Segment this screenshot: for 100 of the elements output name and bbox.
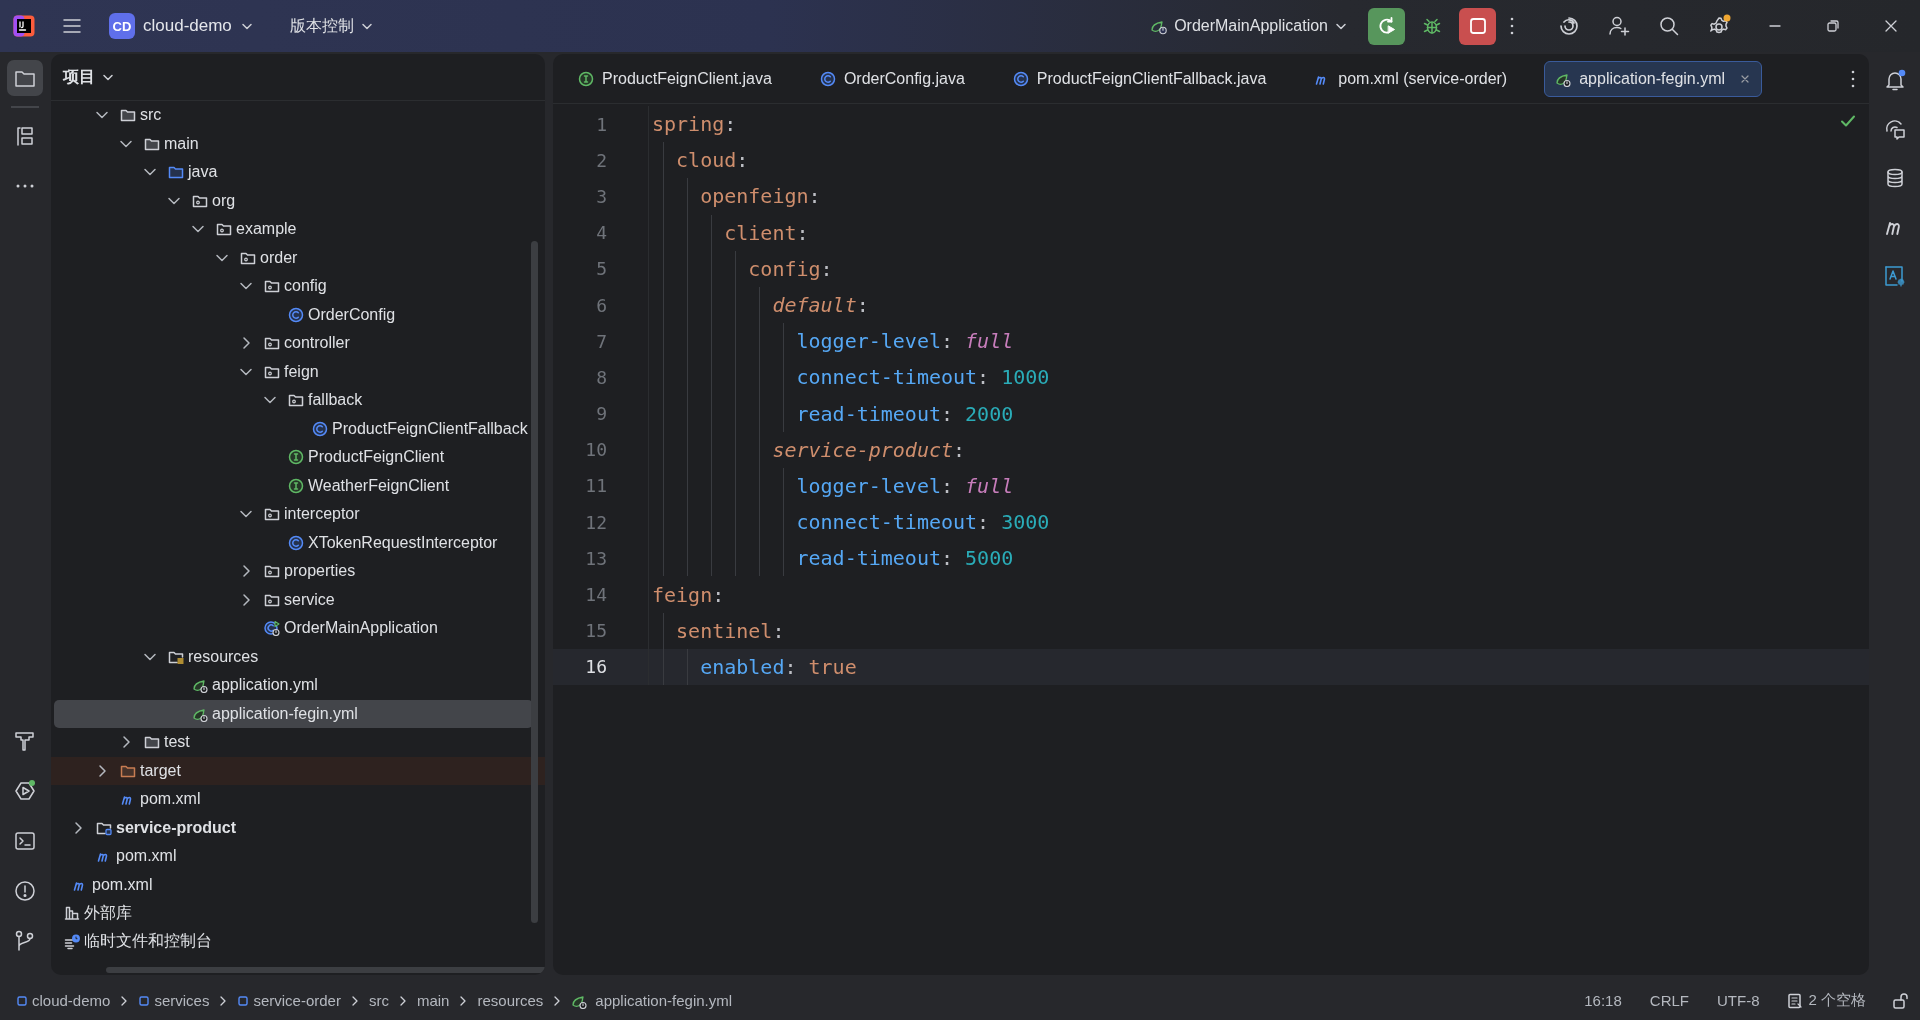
line-number: 5 [595,258,607,280]
more-icon[interactable] [1851,69,1855,88]
module-icon [138,994,151,1007]
class-icon [288,306,304,323]
tree-item[interactable]: test [54,728,533,757]
tree-item[interactable]: controller [54,329,533,358]
code-line: connect-timeout: 1000 [796,365,1050,390]
scrollbar-thumb[interactable] [106,967,545,973]
search-icon[interactable] [1657,14,1681,38]
breadcrumb[interactable]: src [368,992,389,1009]
app-logo-icon[interactable] [13,15,35,37]
breadcrumb[interactable]: resources [477,992,544,1009]
scratch-icon [64,933,80,950]
stop-button[interactable] [1459,7,1496,45]
class-icon [312,420,328,437]
code-line: sentinel: [676,618,785,643]
package-icon [264,335,280,352]
editor-tab[interactable]: ProductFeignClientFallback.java [1001,60,1278,97]
tree-item[interactable]: fallback [54,386,533,415]
tree-item[interactable]: pom.xml [54,870,533,899]
tree-item[interactable]: feign [54,357,533,386]
tree-item[interactable]: target [51,756,545,785]
tree-item[interactable]: java [54,158,533,187]
editor-tab[interactable]: OrderConfig.java [808,60,976,97]
module-icon [237,994,250,1007]
tree-item[interactable]: ProductFeignClientFallback [54,414,533,443]
line-number: 13 [584,547,607,569]
tree-item[interactable]: XTokenRequestInterceptor [54,528,533,557]
caret-position[interactable]: 16:18 [1584,992,1622,1009]
tree-item[interactable]: org [54,186,533,215]
project-selector[interactable]: CD cloud-demo [103,9,260,43]
breadcrumb[interactable]: main [416,992,450,1009]
editor-tab[interactable]: pom.xml (service-order) [1303,60,1519,97]
tree-item[interactable]: properties [54,557,533,586]
more-icon[interactable] [1510,17,1514,35]
tool-window-button[interactable] [7,60,43,96]
line-number: 4 [595,222,607,244]
code-line: default: [772,293,869,318]
line-number: 1 [595,113,607,135]
code-line: logger-level: full [796,473,1014,498]
tree-item[interactable]: WeatherFeignClient [54,471,533,500]
tree-item[interactable]: main [54,129,533,158]
line-number: 3 [595,185,607,207]
tree-item[interactable]: config [54,272,533,301]
code-line: read-timeout: 2000 [796,401,1014,426]
line-number: 7 [595,330,607,352]
tree-item[interactable]: example [54,215,533,244]
tree-item[interactable]: application-fegin.yml [54,699,533,728]
line-separator[interactable]: CRLF [1649,992,1689,1009]
code-line: cloud: [676,148,749,173]
code-line: client: [724,220,809,245]
indent-setting[interactable]: 2 个空格 [1787,991,1866,1010]
folder-icon [120,107,136,124]
tree-item[interactable]: ProductFeignClient [54,443,533,472]
breadcrumb[interactable]: application-fegin.yml [571,992,733,1009]
spring-class-icon [264,620,280,637]
package-icon [264,563,280,580]
translate-icon[interactable] [1882,264,1907,288]
scrollbar-thumb[interactable] [531,241,538,923]
rerun-button[interactable] [1368,7,1405,45]
tree-item[interactable]: pom.xml [54,842,533,871]
tree-item[interactable]: OrderMainApplication [54,614,533,643]
tree-item[interactable]: resources [54,642,533,671]
tree-item[interactable]: order [54,243,533,272]
run-configuration-selector[interactable]: OrderMainApplication [1150,17,1348,35]
file-encoding[interactable]: UTF-8 [1717,992,1760,1009]
line-number: 11 [584,475,607,497]
code-line: openfeign: [700,184,821,209]
code-line: spring: [652,112,737,137]
breadcrumb[interactable]: services [138,992,210,1009]
tree-item[interactable]: service [54,585,533,614]
breadcrumb[interactable]: cloud-demo [16,992,111,1009]
editor-tab[interactable]: ProductFeignClient.java [567,60,783,97]
code-line: config: [748,256,833,281]
unlock-icon[interactable] [1892,991,1910,1010]
class-icon [819,70,836,87]
code-line: connect-timeout: 3000 [796,510,1050,535]
code-line: logger-level: full [796,329,1014,354]
tree-item[interactable]: service-product [54,813,533,842]
editor-tab[interactable]: application-fegin.yml [1544,60,1763,97]
terminal-icon [13,829,37,853]
add-user-icon[interactable] [1607,14,1631,38]
tree-item[interactable]: pom.xml [54,785,533,814]
tree-item[interactable]: interceptor [54,500,533,529]
tree-item[interactable]: src [54,101,533,130]
indent-icon [1787,992,1804,1009]
ai-assistant-icon[interactable] [1557,14,1581,38]
class-icon [288,534,304,551]
class-icon [1012,70,1029,87]
tree-item[interactable]: application.yml [54,671,533,700]
package-icon [216,221,232,238]
breadcrumb[interactable]: service-order [237,992,341,1009]
code-line: read-timeout: 5000 [796,546,1014,571]
line-number: 15 [584,620,607,642]
folder-icon [168,164,184,181]
panel-title-menu[interactable]: 项目 [63,66,115,88]
vcs-menu[interactable]: 版本控制 [289,15,374,37]
tree-item[interactable]: OrderConfig [54,300,533,329]
tree-item[interactable]: 外部库 [54,899,533,928]
tree-item[interactable]: 临时文件和控制台 [54,927,533,956]
